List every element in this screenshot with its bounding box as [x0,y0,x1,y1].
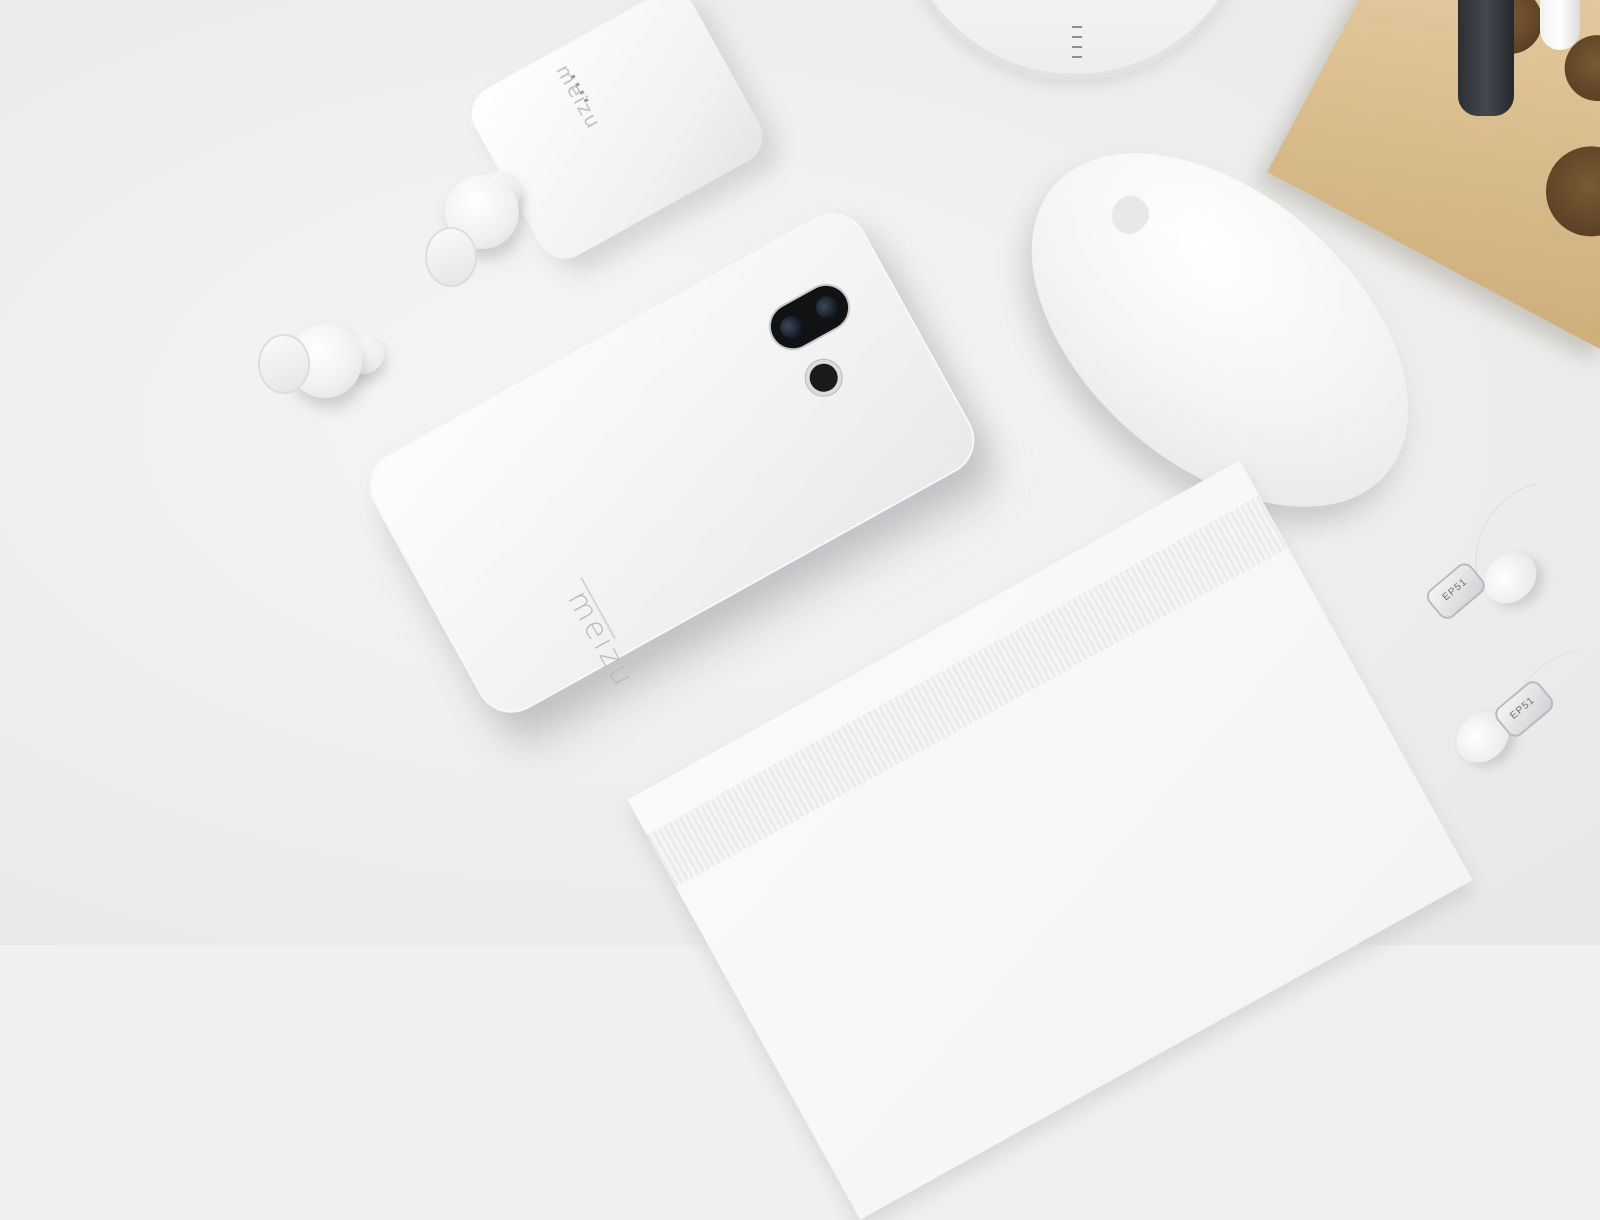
camera-lens [776,312,807,343]
camera-lens [812,292,842,323]
earbud-face [425,227,477,287]
dual-camera-module [762,277,857,357]
black-pen [1458,0,1514,116]
earbud-face [258,334,310,394]
bowl-measurement-marks [1072,26,1082,66]
white-pen [1540,0,1580,50]
product-photo-scene: meizu meizu EP51 EP51 [0,0,1600,1220]
camera-flash [804,358,843,397]
pen-holder-hole [1530,130,1600,253]
case-brand-logo: meizu [551,60,607,134]
